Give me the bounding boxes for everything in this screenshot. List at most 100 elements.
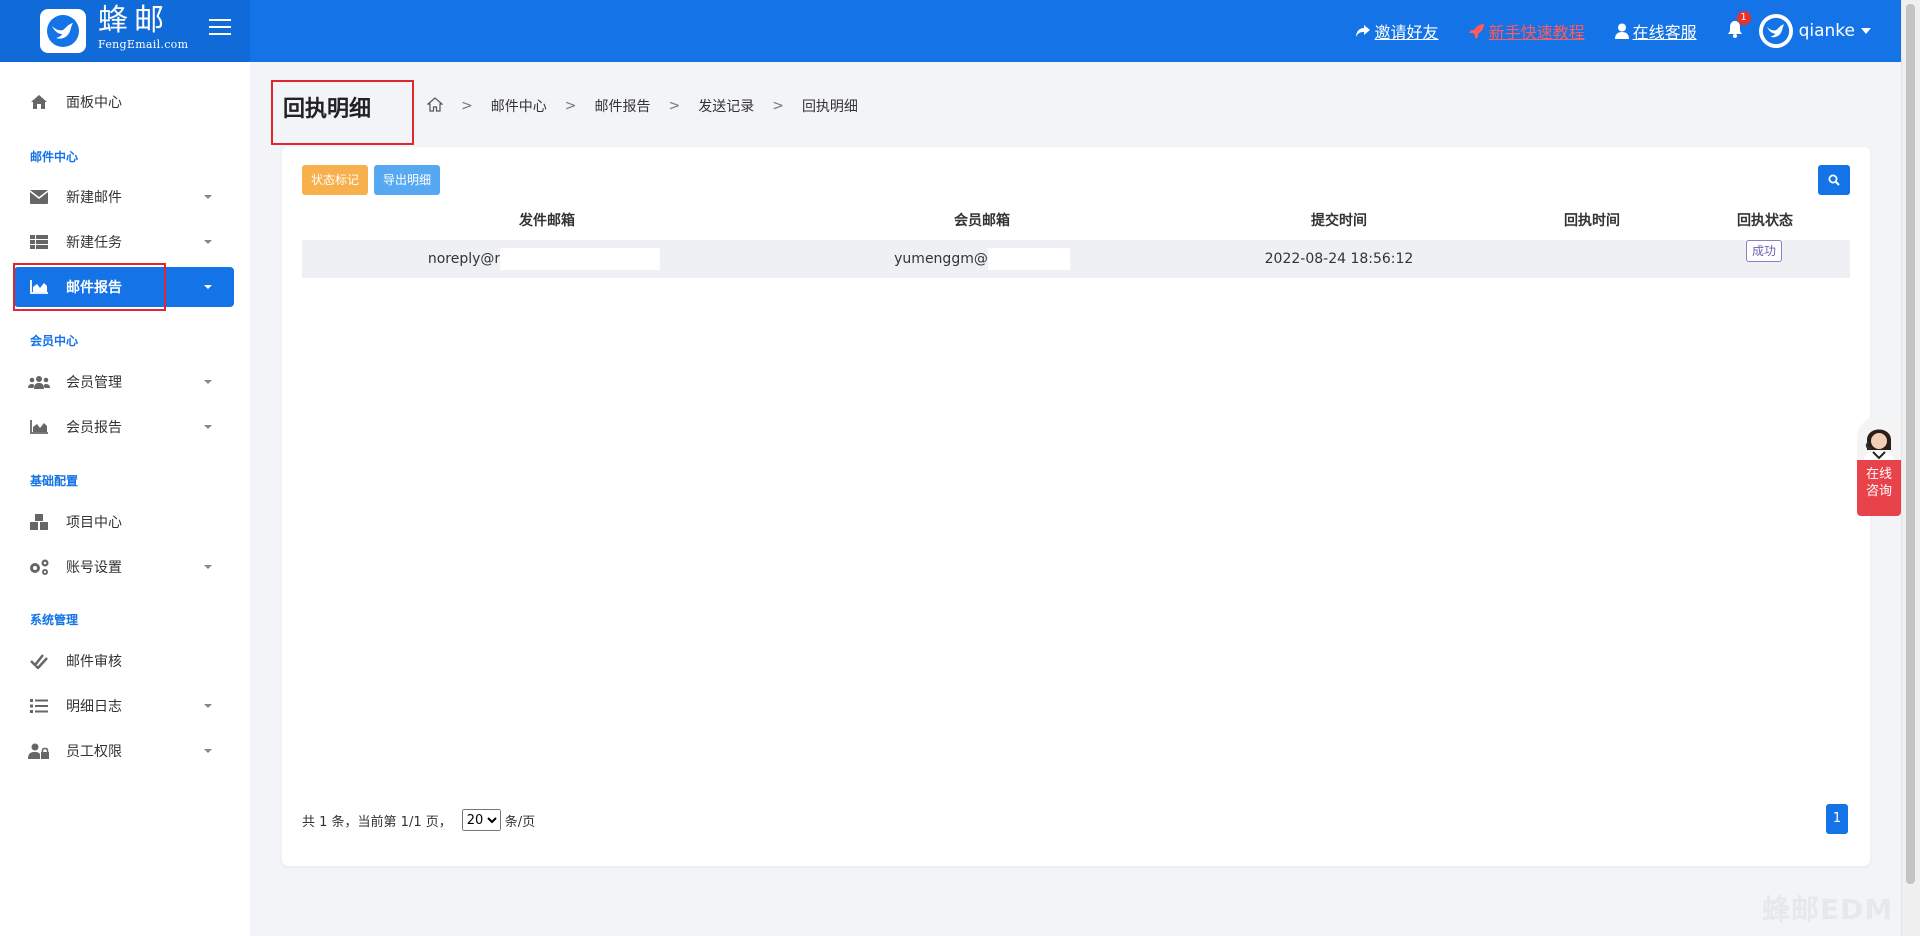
top-links: 邀请好友 新手快速教程 在线客服 1 qianke — [1355, 0, 1901, 62]
pagination-info: 共 1 条，当前第 1/1 页， 20 条/页 — [302, 809, 535, 831]
sidebar-section-member: 会员中心 — [30, 334, 79, 348]
per-page-label: 条/页 — [504, 814, 536, 830]
sidebar-item-member-report[interactable]: 会员报告 — [14, 407, 234, 447]
breadcrumb-current: 回执明细 — [801, 99, 858, 115]
username: qianke — [1798, 21, 1855, 41]
grid-list-icon — [28, 233, 50, 251]
member-email: yumenggm@ — [894, 251, 988, 267]
column-header-receipt-time: 回执时间 — [1564, 213, 1620, 229]
chevron-down-icon — [204, 704, 212, 708]
cell-member: yumenggm@ — [894, 240, 1070, 278]
chevron-right-icon: > — [461, 98, 473, 114]
cell-receipt-status: 成功 — [1745, 240, 1783, 262]
home-icon — [28, 93, 50, 111]
chevron-right-icon: > — [564, 98, 577, 114]
sidebar-section-basic: 基础配置 — [30, 474, 79, 488]
chevron-down-icon — [204, 285, 212, 289]
consult-label-line2: 咨询 — [1865, 484, 1892, 499]
online-consult-widget[interactable]: 在线 咨询 — [1857, 416, 1901, 516]
breadcrumb-mail-report[interactable]: 邮件报告 — [594, 96, 650, 116]
user-menu[interactable]: qianke — [1758, 14, 1871, 48]
tutorial-label: 新手快速教程 — [1488, 23, 1585, 42]
area-chart-icon — [28, 418, 50, 436]
notification-bell-icon[interactable]: 1 — [1727, 11, 1751, 42]
sidebar-item-label: 新建邮件 — [66, 190, 122, 206]
redaction-mask — [500, 248, 661, 270]
sidebar-item-staff-permission[interactable]: 员工权限 — [14, 731, 234, 771]
sidebar-item-detail-log[interactable]: 明细日志 — [14, 686, 234, 726]
sidebar-item-new-task[interactable]: 新建任务 — [14, 222, 234, 262]
invite-friends-label: 邀请好友 — [1374, 23, 1439, 42]
sidebar-item-member-manage[interactable]: 会员管理 — [14, 362, 234, 402]
notification-badge: 1 — [1736, 11, 1751, 25]
page-size-select[interactable]: 20 — [461, 809, 501, 831]
pagination-summary: 共 1 条，当前第 1/1 页， — [302, 814, 452, 830]
sidebar-item-label: 邮件审核 — [66, 654, 122, 670]
brand-name-en: FengEmail.com — [98, 38, 189, 51]
chevron-down-icon — [204, 565, 212, 569]
sidebar-item-dashboard[interactable]: 面板中心 — [14, 82, 234, 122]
home-icon[interactable] — [426, 96, 444, 116]
sidebar-item-label: 项目中心 — [66, 515, 122, 531]
online-support-label: 在线客服 — [1632, 23, 1697, 42]
list-icon — [28, 697, 50, 715]
sidebar-item-label: 账号设置 — [66, 560, 122, 576]
chevron-right-icon: > — [668, 98, 681, 114]
user-icon — [1614, 23, 1629, 39]
redaction-mask — [987, 248, 1070, 270]
users-icon — [28, 373, 50, 391]
export-detail-button[interactable]: 导出明细 — [374, 165, 441, 195]
menu-toggle-icon[interactable] — [209, 19, 231, 41]
column-header-receipt-status: 回执状态 — [1737, 213, 1793, 229]
column-header-member: 会员邮箱 — [954, 213, 1010, 229]
envelope-icon — [28, 188, 50, 206]
boxes-icon — [28, 513, 50, 531]
chevron-down-icon — [204, 425, 212, 429]
cell-sender: noreply@r — [428, 240, 661, 278]
sidebar-item-label: 会员报告 — [66, 420, 122, 436]
cell-submit-time: 2022-08-24 18:56:12 — [1264, 251, 1414, 267]
sidebar-item-account-settings[interactable]: 账号设置 — [14, 547, 234, 587]
user-lock-icon — [28, 742, 50, 760]
status-mark-button[interactable]: 状态标记 — [302, 165, 369, 195]
breadcrumb: > 邮件中心 > 邮件报告 > 发送记录 > 回执明细 — [426, 96, 858, 116]
rocket-icon — [1468, 24, 1484, 39]
highlight-box-mail-report — [13, 263, 166, 311]
consult-label-line1: 在线 — [1865, 467, 1892, 482]
online-consult-button: 在线 咨询 — [1857, 460, 1901, 516]
page-scrollbar[interactable] — [1901, 0, 1920, 936]
sidebar-item-label: 新建任务 — [66, 235, 122, 251]
scrollbar-thumb[interactable] — [1906, 4, 1915, 884]
search-icon — [1828, 174, 1840, 186]
breadcrumb-send-records[interactable]: 发送记录 — [698, 96, 754, 116]
invite-friends-link[interactable]: 邀请好友 — [1355, 19, 1439, 43]
gears-icon — [28, 558, 50, 576]
bird-logo-icon[interactable] — [40, 9, 86, 53]
column-header-sender: 发件邮箱 — [519, 213, 575, 229]
chevron-down-icon — [204, 195, 212, 199]
chevron-down-icon — [204, 749, 212, 753]
top-bar: 蜂邮 FengEmail.com 邀请好友 新手快速教程 在线客服 1 qian… — [0, 0, 1901, 62]
online-support-link[interactable]: 在线客服 — [1614, 19, 1697, 43]
status-badge: 成功 — [1745, 240, 1783, 262]
tutorial-link[interactable]: 新手快速教程 — [1468, 19, 1585, 43]
sidebar-section-system: 系统管理 — [30, 613, 79, 627]
brand-name-cn: 蜂邮 — [98, 3, 170, 38]
sidebar-item-project-center[interactable]: 项目中心 — [14, 502, 234, 542]
receipt-detail-card: 状态标记 导出明细 发件邮箱 会员邮箱 提交时间 回执时间 回执状态 norep… — [282, 147, 1870, 866]
table-header: 发件邮箱 会员邮箱 提交时间 回执时间 回执状态 — [302, 205, 1850, 237]
sidebar: 面板中心 邮件中心 新建邮件 新建任务 邮件报告 会员中心 会员管理 会员报告 … — [0, 62, 250, 936]
share-icon — [1355, 25, 1370, 37]
watermark-logo: 蜂邮EDM — [1762, 893, 1894, 926]
page-number-button[interactable]: 1 — [1826, 804, 1848, 834]
chevron-down-icon — [1861, 28, 1871, 34]
sidebar-item-mail-review[interactable]: 邮件审核 — [14, 641, 234, 681]
column-header-submit-time: 提交时间 — [1311, 213, 1367, 229]
sidebar-item-label: 明细日志 — [66, 699, 122, 715]
chevron-down-icon — [204, 240, 212, 244]
breadcrumb-mail-center[interactable]: 邮件中心 — [491, 96, 547, 116]
table-row[interactable]: noreply@r yumenggm@ 2022-08-24 18:56:12 … — [302, 240, 1850, 278]
search-button[interactable] — [1818, 165, 1850, 195]
sidebar-item-new-mail[interactable]: 新建邮件 — [14, 177, 234, 217]
double-check-icon — [28, 652, 50, 670]
